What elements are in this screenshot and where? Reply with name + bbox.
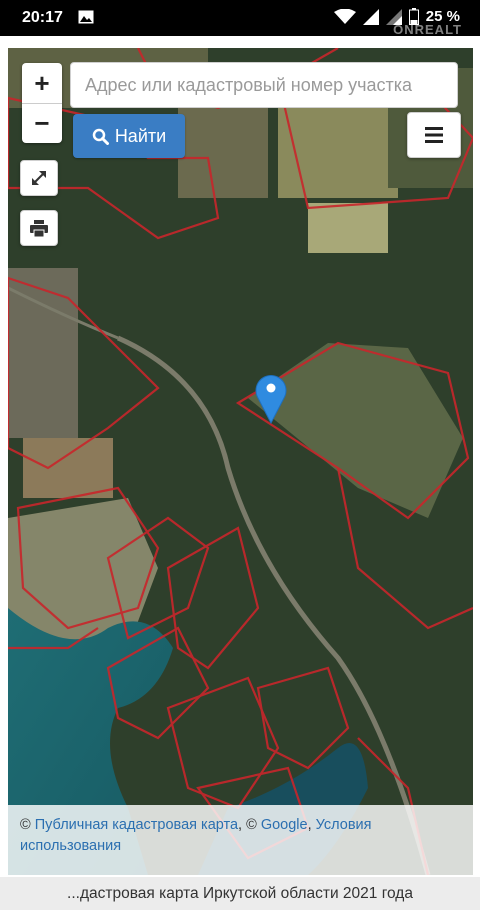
search-icon xyxy=(92,128,109,145)
print-icon xyxy=(30,219,48,237)
find-button[interactable]: Найти xyxy=(73,114,185,158)
map-attribution: © Публичная кадастровая карта, © Google,… xyxy=(8,805,473,875)
zoom-out-button[interactable]: − xyxy=(22,103,62,143)
signal-icon xyxy=(362,8,379,25)
zoom-in-button[interactable]: + xyxy=(22,63,62,103)
satellite-map[interactable] xyxy=(8,48,473,875)
google-link[interactable]: Google xyxy=(261,817,308,833)
map-view[interactable]: + − Адрес или кадастровый номер участка … xyxy=(8,48,473,875)
fullscreen-button[interactable] xyxy=(20,160,58,196)
location-pin-icon[interactable] xyxy=(255,372,287,424)
cadastral-map-link[interactable]: Публичная кадастровая карта xyxy=(35,817,238,833)
hamburger-icon xyxy=(425,127,443,143)
image-icon xyxy=(78,10,94,24)
zoom-control: + − xyxy=(22,63,62,143)
page-footer-title: ...дастровая карта Иркутской области 202… xyxy=(0,877,480,910)
copyright-symbol: © xyxy=(20,817,31,833)
expand-icon xyxy=(32,171,46,185)
watermark: ONREALT xyxy=(393,22,462,37)
search-input[interactable]: Адрес или кадастровый номер участка xyxy=(70,62,458,108)
status-time: 20:17 xyxy=(22,9,63,26)
attribution-separator-2: , xyxy=(307,817,312,833)
wifi-icon xyxy=(333,8,356,24)
find-button-label: Найти xyxy=(114,125,167,146)
menu-button[interactable] xyxy=(407,112,461,158)
attribution-separator: , © xyxy=(238,817,257,833)
status-bar: 20:17 25 % ONREALT xyxy=(0,0,480,37)
print-button[interactable] xyxy=(20,210,58,246)
